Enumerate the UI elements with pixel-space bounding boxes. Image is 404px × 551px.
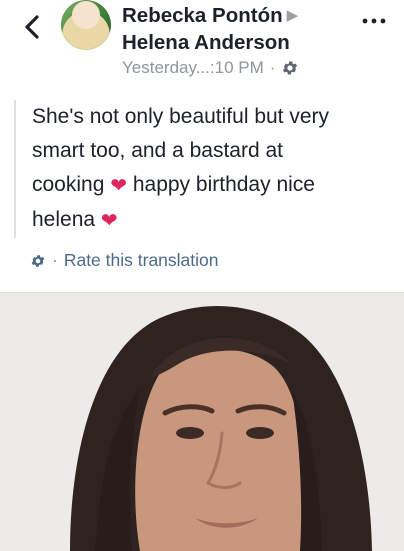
post-text-segment: cooking: [32, 173, 105, 196]
author-avatar[interactable]: [61, 0, 111, 50]
timestamp[interactable]: Yesterday...:10 PM: [122, 58, 264, 78]
post-text: She's not only beautiful but very smart …: [14, 100, 404, 238]
gear-icon[interactable]: [281, 59, 299, 77]
back-button[interactable]: [18, 10, 46, 44]
share-arrow-icon: ▶: [286, 7, 299, 24]
heart-emoji-icon: ❤: [100, 210, 118, 232]
portrait-image: [0, 293, 404, 551]
author-name[interactable]: Rebecka Pontón: [122, 4, 283, 27]
post-text-segment: happy birthday nice: [132, 173, 315, 196]
back-chevron-icon: [25, 15, 39, 39]
post-line: cooking ❤ happy birthday nice: [32, 168, 404, 203]
post-line: smart too, and a bastard at: [32, 139, 283, 162]
more-options-button[interactable]: [360, 10, 388, 32]
post-header: Rebecka Pontón ▶ Helena Anderson Yesterda…: [0, 0, 404, 88]
translation-bar: · Rate this translation: [30, 250, 219, 271]
post-meta: Yesterday...:10 PM ·: [122, 58, 299, 78]
gear-icon[interactable]: [30, 253, 46, 269]
translation-separator: ·: [52, 250, 58, 270]
heart-emoji-icon: ❤: [110, 175, 127, 197]
post-participants: Rebecka Pontón ▶ Helena Anderson: [122, 2, 342, 56]
rate-translation-link[interactable]: Rate this translation: [64, 250, 219, 271]
post-text-segment: helena: [32, 208, 96, 231]
post-line: She's not only beautiful but very: [32, 105, 330, 128]
meta-separator: ·: [269, 58, 276, 77]
post-line: helena ❤: [32, 203, 404, 238]
recipient-name[interactable]: Helena Anderson: [122, 31, 290, 54]
post-photo[interactable]: [0, 292, 404, 551]
more-icon: [362, 18, 386, 24]
